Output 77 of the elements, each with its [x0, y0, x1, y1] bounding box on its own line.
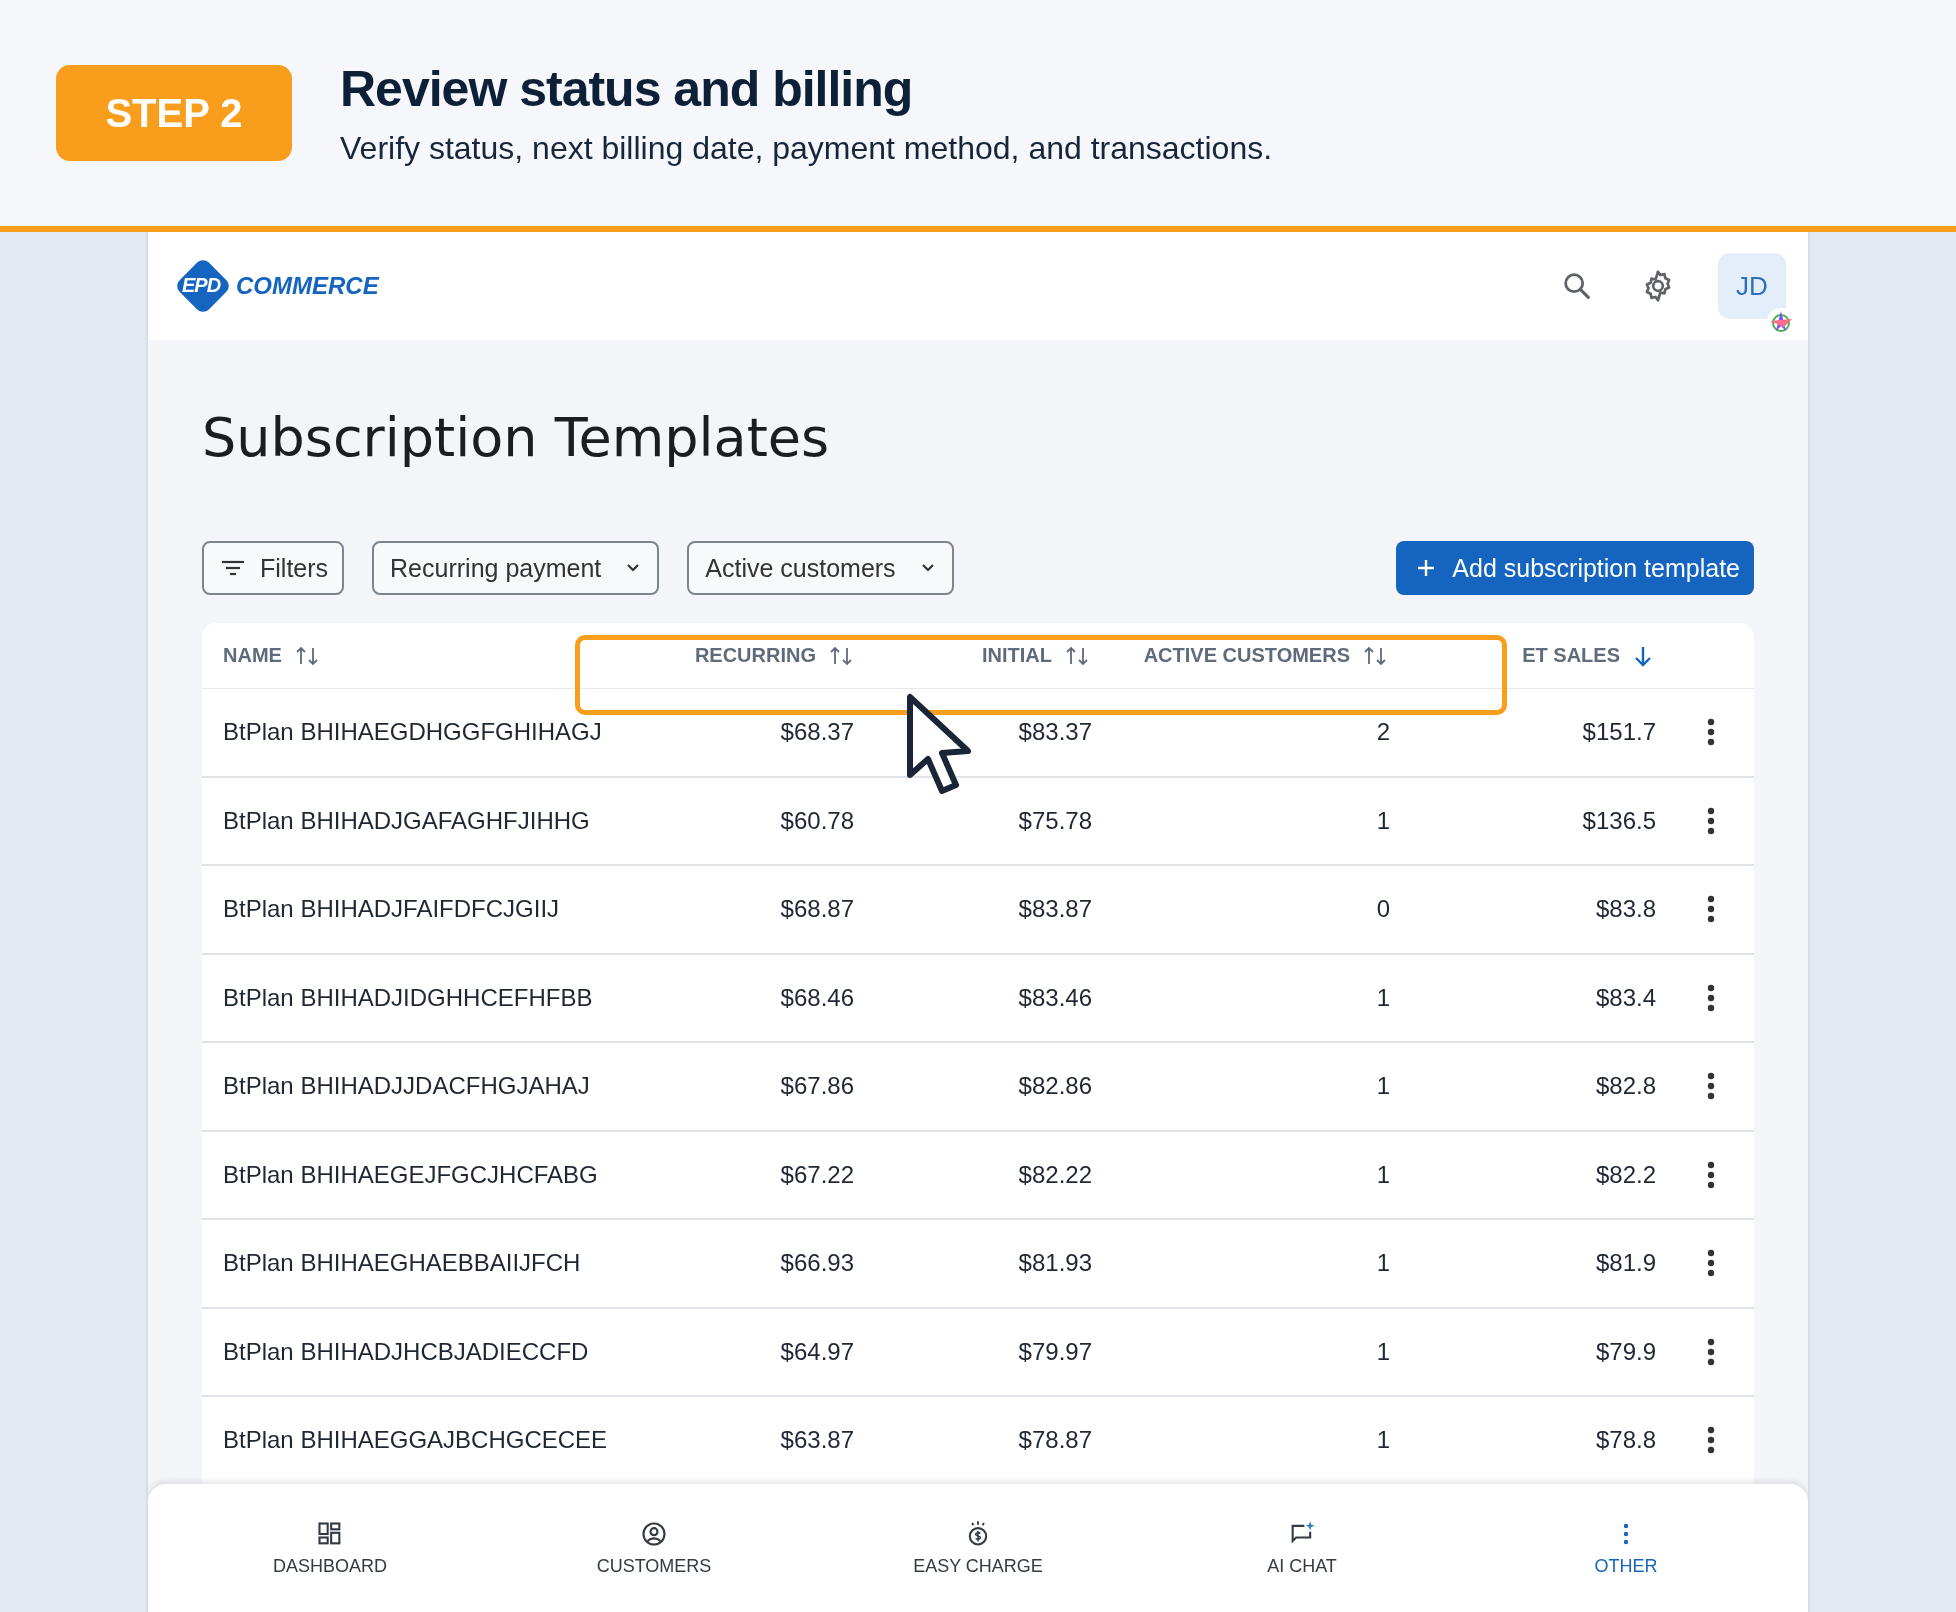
logo-mark: EPD — [182, 274, 221, 297]
table-cell: BtPlan BHIHAEGDHGGFGHIHAGJ — [223, 718, 602, 746]
table-cell: BtPlan BHIHADJFAIFDFCJGIIJ — [223, 895, 560, 923]
banner-subtitle: Verify status, next billing date, payment method, and transactions. — [340, 129, 1273, 167]
table-cell: $63.87 — [780, 1426, 854, 1454]
table-cell: $67.86 — [780, 1072, 854, 1100]
table-cell: $68.46 — [780, 983, 854, 1011]
table-cell: $67.22 — [780, 1160, 854, 1188]
filter-dropdown[interactable]: Recurring payment — [372, 541, 660, 595]
table-cell: BtPlan BHIHADJIDGHHCEFHFBB — [223, 983, 593, 1011]
column-header[interactable]: ET SALES — [1522, 644, 1620, 667]
table-cell: 1 — [1376, 983, 1390, 1011]
user-circle-icon — [640, 1519, 668, 1548]
table-cell: $83.4 — [1595, 983, 1656, 1011]
table-cell: $68.87 — [780, 895, 854, 923]
nav-item[interactable]: CUSTOMERS — [492, 1484, 816, 1612]
banner-title: Review status and billing — [340, 59, 914, 118]
step-label: STEP 2 — [56, 65, 292, 161]
column-header[interactable]: RECURRING — [694, 644, 816, 667]
table-cell: $79.97 — [1018, 1337, 1092, 1365]
table-cell: $66.93 — [780, 1249, 854, 1277]
nav-item[interactable]: OTHER — [1464, 1484, 1788, 1612]
table-cell: $81.93 — [1018, 1249, 1092, 1277]
table-cell: $82.86 — [1018, 1072, 1092, 1100]
table-cell: $60.78 — [780, 806, 854, 834]
nav-item[interactable]: AI CHAT — [1140, 1484, 1464, 1612]
add-template-button[interactable]: Add subscription template — [1396, 541, 1754, 595]
more-vertical-icon[interactable] — [1706, 718, 1716, 747]
nav-item[interactable]: DASHBOARD — [168, 1484, 492, 1612]
table-cell: $83.87 — [1018, 895, 1092, 923]
table-cell: BtPlan BHIHADJHCBJADIECCFD — [223, 1337, 589, 1365]
table-cell: 1 — [1376, 1072, 1390, 1100]
filter-icon — [220, 558, 246, 578]
table-cell: $81.9 — [1595, 1249, 1656, 1277]
more-vertical-icon[interactable] — [1706, 983, 1716, 1012]
more-vertical-icon[interactable] — [1706, 1249, 1716, 1278]
filter-dropdown[interactable]: Active customers — [687, 541, 954, 595]
table-cell: BtPlan BHIHADJGAFAGHFJIHHG — [223, 806, 590, 834]
column-header[interactable]: INITIAL — [982, 644, 1052, 667]
table-cell: 2 — [1376, 718, 1390, 746]
column-header[interactable]: ACTIVE CUSTOMERS — [1143, 644, 1350, 667]
table-cell: BtPlan BHIHAEGGAJBCHGCECEE — [223, 1426, 608, 1454]
more-vertical-icon[interactable] — [1706, 1160, 1716, 1189]
table-cell: $82.8 — [1595, 1072, 1656, 1100]
column-header[interactable]: NAME — [223, 644, 282, 667]
table-cell: $78.8 — [1595, 1426, 1656, 1454]
more-vertical-icon[interactable] — [1706, 895, 1716, 924]
nav-item[interactable]: EASY CHARGE — [816, 1484, 1140, 1612]
more-vertical-icon[interactable] — [1706, 1072, 1716, 1101]
user-avatar[interactable]: JD — [1718, 253, 1786, 319]
table-cell: 1 — [1376, 1249, 1390, 1277]
more-vertical-icon[interactable] — [1706, 1337, 1716, 1366]
table-cell: $83.37 — [1018, 718, 1092, 746]
table-cell: 0 — [1376, 895, 1390, 923]
table-cell: $83.46 — [1018, 983, 1092, 1011]
table-cell: $136.5 — [1582, 806, 1656, 834]
table-cell: $79.9 — [1595, 1337, 1656, 1365]
table-cell: $78.87 — [1018, 1426, 1092, 1454]
table-cell: $75.78 — [1018, 806, 1092, 834]
logo-text: COMMERCE — [236, 272, 379, 300]
table-cell: BtPlan BHIHADJJDACFHGJAHAJ — [223, 1072, 590, 1100]
table-cell: $64.97 — [780, 1337, 854, 1365]
table-cell: 1 — [1376, 1337, 1390, 1365]
table-cell: BtPlan BHIHAEGEJFGCJHCFABG — [223, 1160, 598, 1188]
more-vertical-icon[interactable] — [1706, 1426, 1716, 1455]
table-cell: $82.2 — [1595, 1160, 1656, 1188]
table-cell: BtPlan BHIHAEGHAEBBAIIJFCH — [223, 1249, 581, 1277]
filters-button[interactable]: Filters — [202, 541, 345, 595]
table-cell: $68.37 — [780, 718, 854, 746]
table-cell: $82.22 — [1018, 1160, 1092, 1188]
table-cell: 1 — [1376, 1160, 1390, 1188]
table-cell: $151.7 — [1582, 718, 1656, 746]
page-title: Subscription Templates — [202, 406, 831, 469]
table-cell: 1 — [1376, 806, 1390, 834]
table-cell: $83.8 — [1595, 895, 1656, 923]
table-cell: 1 — [1376, 1426, 1390, 1454]
more-vertical-icon[interactable] — [1706, 806, 1716, 835]
